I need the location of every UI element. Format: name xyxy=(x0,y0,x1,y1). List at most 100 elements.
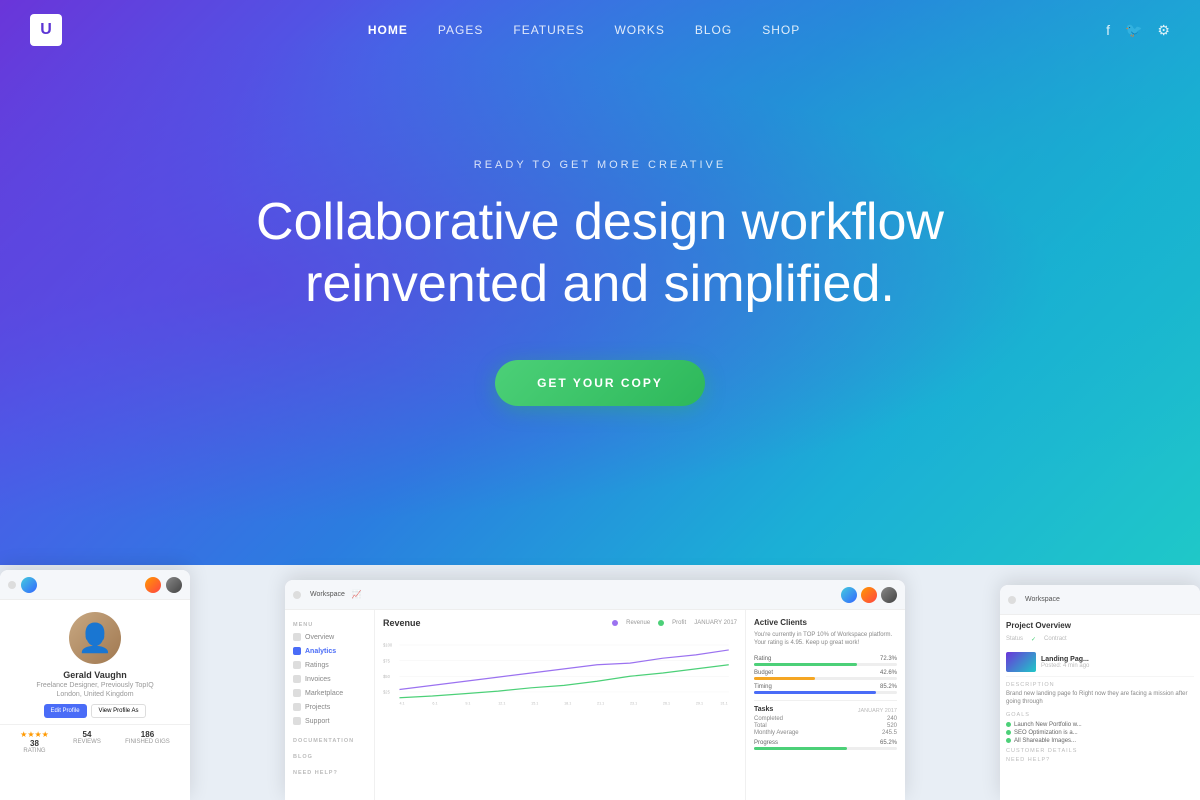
tasks-section: Tasks JANUARY 2017 Completed 240 Total 5… xyxy=(754,700,897,750)
workspace-label: Workspace xyxy=(310,591,345,598)
menu-marketplace[interactable]: Marketplace xyxy=(285,686,374,700)
project-goals: Launch New Portfolio w... SEO Optimizati… xyxy=(1006,722,1194,744)
progress-label: Progress 65.2% xyxy=(754,740,897,746)
menu-invoices[interactable]: Invoices xyxy=(285,672,374,686)
hero-title: Collaborative design workflow reinvented… xyxy=(256,191,944,316)
profile-stats: ★★★★ 38 RATING 54 REVIEWS 186 FINISHED G… xyxy=(0,724,190,759)
nav-home[interactable]: HOME xyxy=(368,23,408,37)
nav-social: f 🐦 ⚙ xyxy=(1106,22,1170,39)
svg-text:31.1: 31.1 xyxy=(721,701,728,705)
metric-budget-fill xyxy=(754,677,815,680)
project-info: Landing Pag... Posted: 4 min ago xyxy=(1041,656,1194,669)
view-profile-button[interactable]: View Profile As xyxy=(91,704,147,718)
description-text: Brand new landing page fo Right now they… xyxy=(1006,690,1194,707)
progress-bar xyxy=(754,747,897,750)
metric-rating: Rating 72.3% xyxy=(754,656,897,666)
svg-text:$75: $75 xyxy=(383,658,391,663)
analytics-avatar2 xyxy=(861,587,877,603)
goal-3: All Shareable Images... xyxy=(1006,738,1194,744)
analytics-icon xyxy=(293,647,301,655)
metric-timing-bar xyxy=(754,691,897,694)
svg-text:4.1: 4.1 xyxy=(399,701,404,705)
active-clients-title: Active Clients xyxy=(754,618,897,627)
profile-buttons: Edit Profile View Profile As xyxy=(0,704,190,718)
task-completed: Completed 240 xyxy=(754,716,897,722)
nav-pages[interactable]: PAGES xyxy=(438,23,483,37)
invoices-icon xyxy=(293,675,301,683)
project-topbar-dot xyxy=(1008,596,1016,604)
navbar: U HOME PAGES FEATURES WORKS BLOG SHOP f … xyxy=(0,0,1200,60)
facebook-icon[interactable]: f xyxy=(1106,22,1110,38)
task-monthly: Monthly Average 245.5 xyxy=(754,730,897,736)
avatar xyxy=(69,612,121,664)
metric-rating-bar xyxy=(754,663,897,666)
menu-projects[interactable]: Projects xyxy=(285,700,374,714)
project-item: Landing Pag... Posted: 4 min ago xyxy=(1006,648,1194,677)
svg-text:12.1: 12.1 xyxy=(498,701,505,705)
nav-blog[interactable]: BLOG xyxy=(695,23,732,37)
analytics-avatar1 xyxy=(841,587,857,603)
svg-text:29.1: 29.1 xyxy=(696,701,703,705)
menu-overview[interactable]: Overview xyxy=(285,630,374,644)
profile-topbar xyxy=(0,570,190,600)
project-overview-title: Project Overview xyxy=(1006,621,1194,630)
get-copy-button[interactable]: GET YOUR COPY xyxy=(495,360,705,406)
stat-gigs-label: FINISHED GIGS xyxy=(125,739,170,745)
menu-analytics[interactable]: Analytics xyxy=(285,644,374,658)
project-workspace-label: Workspace xyxy=(1025,596,1060,603)
project-status-row: Status ✓ Contract xyxy=(1006,636,1194,643)
marketplace-icon xyxy=(293,689,301,697)
clients-description: You're currently in TOP 10% of Workspace… xyxy=(754,631,897,648)
svg-text:18.1: 18.1 xyxy=(564,701,571,705)
analytics-card: Workspace 📈 MENU Overview Analytics xyxy=(285,580,905,800)
goal-dot-2 xyxy=(1006,730,1011,735)
menu-support[interactable]: Support xyxy=(285,714,374,728)
date-label: JANUARY 2017 xyxy=(694,620,737,626)
support-icon xyxy=(293,717,301,725)
customer-section-label: CUSTOMER DETAILS xyxy=(1006,748,1194,754)
logo[interactable]: U xyxy=(30,14,62,46)
metric-rating-fill xyxy=(754,663,857,666)
stat-reviews-label: REVIEWS xyxy=(73,739,101,745)
star-rating: ★★★★ xyxy=(20,730,49,739)
chart-legend: Revenue Profit JANUARY 2017 xyxy=(612,620,737,626)
nav-links: HOME PAGES FEATURES WORKS BLOG SHOP xyxy=(368,21,800,39)
nav-shop[interactable]: SHOP xyxy=(762,23,800,37)
analytics-main: Revenue Revenue Profit JANUARY 2017 $100… xyxy=(375,610,745,800)
metric-rating-label: Rating 72.3% xyxy=(754,656,897,662)
metric-budget-label: Budget 42.6% xyxy=(754,670,897,676)
svg-text:6.1: 6.1 xyxy=(432,701,437,705)
overview-icon xyxy=(293,633,301,641)
status-label: Status xyxy=(1006,636,1023,643)
stat-rating-num: 38 xyxy=(20,739,49,748)
nav-works[interactable]: WORKS xyxy=(614,23,664,37)
svg-text:26.1: 26.1 xyxy=(663,701,670,705)
profile-role: Freelance Designer, Previously TopIQ xyxy=(0,682,190,689)
project-name: Landing Pag... xyxy=(1041,656,1194,663)
hero-section: READY TO GET MORE CREATIVE Collaborative… xyxy=(0,0,1200,565)
stat-rating-label: RATING xyxy=(20,748,49,754)
edit-profile-button[interactable]: Edit Profile xyxy=(44,704,87,718)
metric-timing: Timing 85.2% xyxy=(754,684,897,694)
metric-timing-label: Timing 85.2% xyxy=(754,684,897,690)
svg-text:21.1: 21.1 xyxy=(597,701,604,705)
tasks-title: Tasks xyxy=(754,706,773,713)
menu-section-label: MENU xyxy=(285,618,374,630)
stat-gigs-num: 186 xyxy=(125,730,170,739)
project-card: Workspace Project Overview Status ✓ Cont… xyxy=(1000,585,1200,800)
analytics-avatar3 xyxy=(881,587,897,603)
projects-icon xyxy=(293,703,301,711)
menu-ratings[interactable]: Ratings xyxy=(285,658,374,672)
task-total: Total 520 xyxy=(754,723,897,729)
nav-features[interactable]: FEATURES xyxy=(513,23,584,37)
stat-reviews: 54 REVIEWS xyxy=(73,730,101,754)
settings-icon[interactable]: ⚙ xyxy=(1157,22,1170,39)
previews-section: Gerald Vaughn Freelance Designer, Previo… xyxy=(0,565,1200,800)
twitter-icon[interactable]: 🐦 xyxy=(1125,22,1142,39)
analytics-sidebar: MENU Overview Analytics Ratings Invoices xyxy=(285,610,375,800)
goal-dot-3 xyxy=(1006,738,1011,743)
svg-text:$100: $100 xyxy=(383,643,393,648)
project-thumbnail xyxy=(1006,652,1036,672)
svg-text:$50: $50 xyxy=(383,674,391,679)
topbar-dot1 xyxy=(8,581,16,589)
